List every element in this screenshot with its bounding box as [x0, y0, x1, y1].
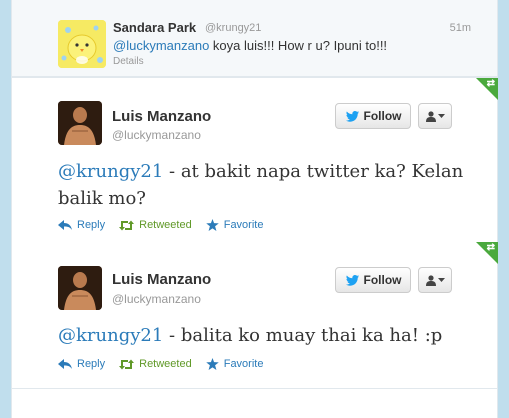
follow-button[interactable]: Follow — [335, 267, 411, 293]
user-photo-icon — [58, 101, 102, 145]
star-icon — [205, 219, 219, 231]
user-actions-button[interactable] — [418, 103, 452, 129]
user-icon — [425, 110, 436, 122]
tweet-text: @krungy21 - at bakit napa twitter ka? Ke… — [58, 158, 468, 212]
expanded-tweet: ⇄ Luis Manzano @luckymanzano Follow @kru… — [12, 242, 498, 389]
user-icon — [425, 274, 436, 286]
expanded-tweet: ⇄ Luis Manzano @luckymanzano Follow @kru… — [12, 77, 498, 243]
twitter-bird-icon — [345, 274, 359, 286]
chevron-down-icon — [437, 113, 445, 118]
tweet-text: @krungy21 - balita ko muay thai ka ha! :… — [58, 322, 468, 349]
tweet-conversation: Sandara Park @krungy21 51m @luckymanzano… — [12, 0, 498, 418]
tweet-timestamp[interactable]: 51m — [450, 22, 471, 34]
mention-link[interactable]: @krungy21 — [58, 325, 163, 346]
retweet-corner-icon: ⇄ — [486, 242, 495, 253]
author-name[interactable]: Sandara Park — [113, 20, 196, 35]
reply-icon — [58, 220, 72, 230]
author-handle[interactable]: @luckymanzano — [112, 128, 201, 142]
reply-label: Reply — [77, 358, 106, 370]
reply-label: Reply — [77, 219, 106, 231]
chick-avatar-icon — [58, 20, 106, 68]
follow-label: Follow — [363, 109, 402, 123]
details-link[interactable]: Details — [113, 56, 144, 67]
retweeted-action[interactable]: Retweeted — [119, 358, 192, 370]
tweet-actions: Reply Retweeted Favorite — [58, 358, 263, 370]
context-tweet[interactable]: Sandara Park @krungy21 51m @luckymanzano… — [12, 0, 497, 77]
retweet-icon — [119, 220, 135, 230]
reply-action[interactable]: Reply — [58, 358, 105, 370]
retweet-icon — [119, 359, 135, 369]
reply-action[interactable]: Reply — [58, 219, 105, 231]
favorite-action[interactable]: Favorite — [205, 358, 264, 370]
avatar[interactable] — [58, 20, 106, 68]
author-handle[interactable]: @krungy21 — [205, 22, 261, 34]
favorite-action[interactable]: Favorite — [205, 219, 264, 231]
retweet-corner-icon: ⇄ — [486, 78, 495, 89]
retweeted-label: Retweeted — [139, 358, 192, 370]
favorite-label: Favorite — [223, 358, 264, 370]
avatar[interactable] — [58, 101, 102, 145]
retweeted-label: Retweeted — [139, 219, 192, 231]
tweet-text: @luckymanzano koya luis!!! How r u? Ipun… — [113, 38, 387, 53]
favorite-label: Favorite — [223, 219, 264, 231]
mention-link[interactable]: @krungy21 — [58, 161, 163, 182]
retweeted-action[interactable]: Retweeted — [119, 219, 192, 231]
author-name[interactable]: Luis Manzano — [112, 271, 211, 288]
author-handle[interactable]: @luckymanzano — [112, 292, 201, 306]
reply-icon — [58, 359, 72, 369]
tweet-body: koya luis!!! How r u? Ipuni to!!! — [209, 38, 388, 53]
twitter-bird-icon — [345, 110, 359, 122]
follow-button[interactable]: Follow — [335, 103, 411, 129]
tweet-body: - balita ko muay thai ka ha! :p — [163, 325, 443, 346]
user-photo-icon — [58, 266, 102, 310]
user-actions-button[interactable] — [418, 267, 452, 293]
follow-label: Follow — [363, 273, 402, 287]
tweet-actions: Reply Retweeted Favorite — [58, 219, 263, 231]
star-icon — [205, 358, 219, 370]
author-name[interactable]: Luis Manzano — [112, 108, 211, 125]
chevron-down-icon — [437, 277, 445, 282]
avatar[interactable] — [58, 266, 102, 310]
mention-link[interactable]: @luckymanzano — [113, 38, 209, 53]
